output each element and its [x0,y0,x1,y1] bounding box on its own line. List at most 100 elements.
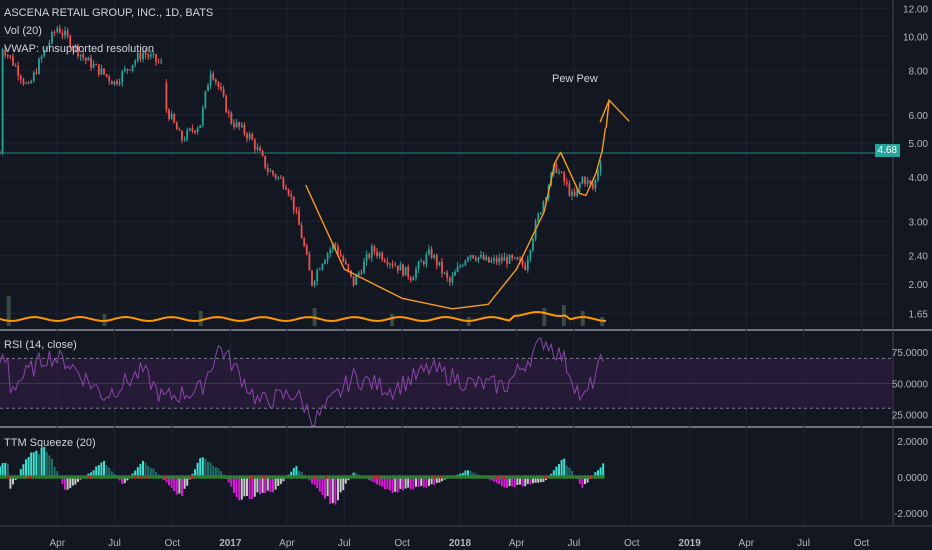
candle-body [84,57,87,61]
ttm-bar [173,477,176,492]
candle-body [485,256,488,260]
volume-legend[interactable]: Vol (20) [4,25,42,37]
candle-body [337,246,339,254]
ttm-bar [178,477,181,494]
candle-body [378,253,381,256]
ttm-bar [259,477,261,495]
time-tick-label: Apr [49,538,65,549]
candle-body [597,171,599,180]
candle-body [64,30,66,36]
candle-body [477,257,480,261]
candle-body [537,213,540,222]
candle-body [558,171,560,174]
candle-body [404,266,407,276]
candle-body [14,65,17,67]
candle-body [508,255,511,264]
candle-body [295,210,298,212]
candle-body [233,123,235,127]
ttm-bar [32,452,35,477]
symbol-legend[interactable]: ASCENA RETAIL GROUP, INC., 1D, BATS [4,7,213,19]
chart-canvas[interactable]: 12.00 10.00 8.00 6.00 5.00 4.00 3.00 2.40 2.00 1.… [0,0,932,550]
candle-body [201,107,204,126]
candle-body [19,75,22,80]
candle-body [490,260,493,263]
candle-body [204,91,207,108]
candle-body [298,210,300,226]
candle-body [415,269,417,278]
chart-window: 12.00 10.00 8.00 6.00 5.00 4.00 3.00 2.40 2.00 1.… [0,0,932,550]
candle-body [269,170,272,172]
candle-body [30,81,33,84]
ttm-bar [139,464,142,477]
candle-body [209,73,212,85]
time-tick-label: Apr [279,538,295,549]
candle-body [584,177,586,184]
time-tick-label: Apr [739,538,755,549]
candle-body [503,257,506,261]
ttm-bar [175,477,178,495]
ttm-bar [318,477,321,492]
candle-body [225,95,228,113]
candle-body [472,255,475,259]
candle-body [300,225,303,239]
ttm-tick-label: -2.0000 [894,509,928,520]
ttm-bar [264,477,267,494]
ttm-bar [339,477,342,493]
candle-body [438,261,441,266]
candle-body [524,264,527,270]
ttm-bar [274,477,277,490]
vwap-legend[interactable]: VWAP: unsupported resolution [4,43,154,55]
candle-body [183,139,186,141]
time-tick-label: Jul [797,538,810,549]
candle-body [324,260,326,264]
candle-body [87,57,90,61]
candle-body [56,27,59,33]
candle-body [126,68,129,70]
ttm-squeeze-legend[interactable]: TTM Squeeze (20) [4,437,96,449]
candle-body [376,251,378,256]
candle-body [498,257,501,263]
price-axis: 12.00 10.00 8.00 6.00 5.00 4.00 3.00 2.40 2.00 1.… [903,4,928,320]
ttm-bar [251,477,254,500]
ttm-bar [204,458,207,477]
candle-body [191,128,194,131]
candle-body [160,61,163,63]
candle-body [118,82,121,84]
candle-body [168,109,170,119]
candle-body [123,68,126,72]
candle-body [259,147,261,152]
ttm-bar [40,448,43,477]
rsi-tick-label: 25.0000 [892,411,929,422]
candle-body [344,261,347,265]
ttm-bar [142,460,144,477]
candle-body [360,272,363,274]
candle-body [264,155,267,168]
candle-body [412,277,415,281]
candle-body [12,56,14,66]
time-tick-label: Jul [338,538,351,549]
candle-body [313,281,316,286]
rsi-legend[interactable]: RSI (14, close) [4,339,77,351]
price-tick-label: 2.40 [909,252,929,263]
candle-body [448,277,451,283]
ttm-bar [238,477,241,501]
candle-body [194,130,196,133]
rsi-tick-label: 50.0000 [892,379,929,390]
ttm-bar [321,477,324,495]
ttm-bar [1,463,4,477]
candle-body [256,147,259,150]
ttm-bar [45,451,48,477]
candle-body [290,194,293,197]
ttm-bar [209,462,212,477]
candle-body [321,263,324,270]
ttm-bar [394,477,397,492]
candle-body [459,265,462,267]
time-tick-label: Oct [624,538,640,549]
candle-body [381,253,384,261]
candle-body [396,265,399,271]
candle-body [506,257,508,264]
candle-body [318,269,321,271]
candle-body [25,82,27,84]
candle-body [368,254,371,258]
ttm-bar [246,477,248,496]
